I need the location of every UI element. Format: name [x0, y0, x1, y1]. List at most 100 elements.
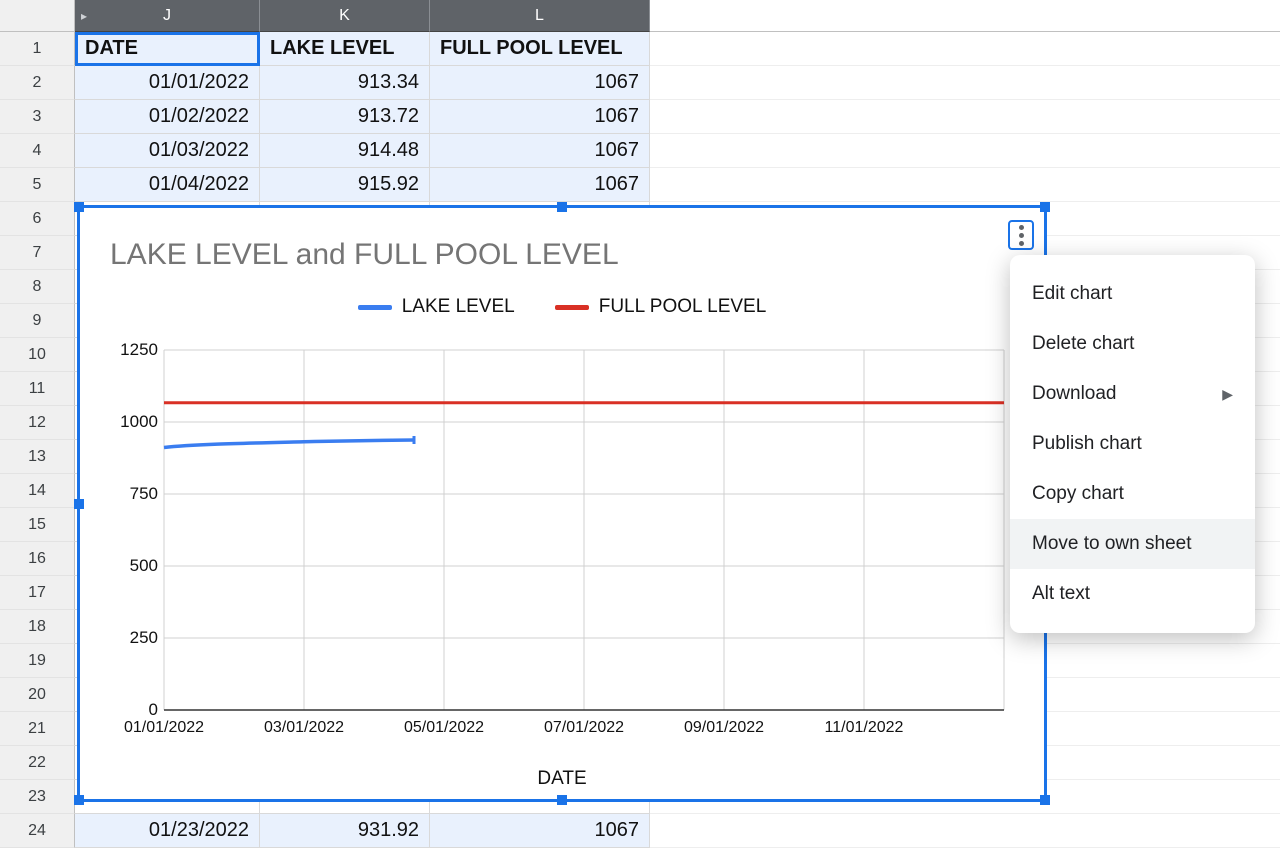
legend-swatch-icon: [358, 305, 392, 310]
row-header[interactable]: 3: [0, 100, 75, 134]
cell-J3[interactable]: 01/02/2022: [75, 100, 260, 134]
cell-J24[interactable]: 01/23/2022: [75, 814, 260, 848]
cell-empty[interactable]: [650, 134, 1280, 168]
cell-empty[interactable]: [650, 814, 1280, 848]
cell-K24[interactable]: 931.92: [260, 814, 430, 848]
resize-handle-br[interactable]: [1040, 795, 1050, 805]
row-header[interactable]: 2: [0, 66, 75, 100]
cell-K4[interactable]: 914.48: [260, 134, 430, 168]
row-header[interactable]: 14: [0, 474, 75, 508]
row: 1DATELAKE LEVELFULL POOL LEVEL: [0, 32, 1280, 66]
row-header[interactable]: 10: [0, 338, 75, 372]
row-header[interactable]: 16: [0, 542, 75, 576]
menu-publish-chart[interactable]: Publish chart: [1010, 419, 1255, 469]
resize-handle-tr[interactable]: [1040, 202, 1050, 212]
column-header-row: J K L: [0, 0, 1280, 32]
column-header-J[interactable]: J: [75, 0, 260, 32]
svg-text:750: 750: [130, 484, 158, 503]
legend-item-lake-level: LAKE LEVEL: [358, 296, 515, 318]
row-header[interactable]: 13: [0, 440, 75, 474]
row-header[interactable]: 22: [0, 746, 75, 780]
cell-empty[interactable]: [650, 66, 1280, 100]
menu-copy-chart[interactable]: Copy chart: [1010, 469, 1255, 519]
svg-text:250: 250: [130, 628, 158, 647]
menu-edit-chart[interactable]: Edit chart: [1010, 269, 1255, 319]
cell-L5[interactable]: 1067: [430, 168, 650, 202]
row-header[interactable]: 8: [0, 270, 75, 304]
menu-label: Download: [1032, 383, 1117, 405]
row-header[interactable]: 4: [0, 134, 75, 168]
cell-L2[interactable]: 1067: [430, 66, 650, 100]
cell-L1[interactable]: FULL POOL LEVEL: [430, 32, 650, 66]
row: 501/04/2022915.921067: [0, 168, 1280, 202]
chart-plot-area: 0 250 500 750 1000 1250 01/01/2022 03/01…: [114, 340, 1014, 740]
row-header[interactable]: 9: [0, 304, 75, 338]
row: 201/01/2022913.341067: [0, 66, 1280, 100]
embedded-chart[interactable]: LAKE LEVEL and FULL POOL LEVEL LAKE LEVE…: [77, 205, 1047, 802]
row: 301/02/2022913.721067: [0, 100, 1280, 134]
svg-text:11/01/2022: 11/01/2022: [825, 719, 904, 736]
legend-swatch-icon: [555, 305, 589, 310]
kebab-dot-icon: [1019, 233, 1024, 238]
row-header[interactable]: 6: [0, 202, 75, 236]
menu-label: Copy chart: [1032, 483, 1124, 505]
row-header[interactable]: 11: [0, 372, 75, 406]
cell-K3[interactable]: 913.72: [260, 100, 430, 134]
chart-x-axis-label: DATE: [80, 740, 1044, 790]
svg-text:05/01/2022: 05/01/2022: [404, 719, 484, 736]
chart-title: LAKE LEVEL and FULL POOL LEVEL: [80, 208, 1044, 278]
cell-J4[interactable]: 01/03/2022: [75, 134, 260, 168]
row-header[interactable]: 20: [0, 678, 75, 712]
menu-move-to-own-sheet[interactable]: Move to own sheet: [1010, 519, 1255, 569]
resize-handle-lm[interactable]: [74, 499, 84, 509]
cell-J5[interactable]: 01/04/2022: [75, 168, 260, 202]
resize-handle-bm[interactable]: [557, 795, 567, 805]
row-header[interactable]: 1: [0, 32, 75, 66]
chart-options-button[interactable]: [1008, 220, 1034, 250]
cell-empty[interactable]: [650, 100, 1280, 134]
row: 401/03/2022914.481067: [0, 134, 1280, 168]
row-header[interactable]: 7: [0, 236, 75, 270]
column-header-L[interactable]: L: [430, 0, 650, 32]
row-header[interactable]: 23: [0, 780, 75, 814]
svg-text:09/01/2022: 09/01/2022: [684, 719, 764, 736]
menu-label: Publish chart: [1032, 433, 1142, 455]
resize-handle-bl[interactable]: [74, 795, 84, 805]
cell-J1[interactable]: DATE: [75, 32, 260, 66]
menu-label: Move to own sheet: [1032, 533, 1191, 555]
column-header-K[interactable]: K: [260, 0, 430, 32]
menu-label: Alt text: [1032, 583, 1090, 605]
cell-empty[interactable]: [650, 168, 1280, 202]
resize-handle-tm[interactable]: [557, 202, 567, 212]
row-header[interactable]: 17: [0, 576, 75, 610]
menu-download[interactable]: Download ▶: [1010, 369, 1255, 419]
menu-label: Delete chart: [1032, 333, 1134, 355]
svg-text:500: 500: [130, 556, 158, 575]
cell-J2[interactable]: 01/01/2022: [75, 66, 260, 100]
chart-svg: 0 250 500 750 1000 1250 01/01/2022 03/01…: [114, 340, 1014, 740]
row-header[interactable]: 5: [0, 168, 75, 202]
select-all-corner[interactable]: [0, 0, 75, 32]
submenu-arrow-icon: ▶: [1222, 386, 1233, 403]
cell-K2[interactable]: 913.34: [260, 66, 430, 100]
menu-alt-text[interactable]: Alt text: [1010, 569, 1255, 619]
cell-empty[interactable]: [650, 32, 1280, 66]
row-header[interactable]: 21: [0, 712, 75, 746]
resize-handle-tl[interactable]: [74, 202, 84, 212]
row-header[interactable]: 19: [0, 644, 75, 678]
cell-L4[interactable]: 1067: [430, 134, 650, 168]
menu-delete-chart[interactable]: Delete chart: [1010, 319, 1255, 369]
kebab-dot-icon: [1019, 241, 1024, 246]
cell-K5[interactable]: 915.92: [260, 168, 430, 202]
cell-K1[interactable]: LAKE LEVEL: [260, 32, 430, 66]
row-header[interactable]: 15: [0, 508, 75, 542]
row-header[interactable]: 18: [0, 610, 75, 644]
cell-L3[interactable]: 1067: [430, 100, 650, 134]
cell-L24[interactable]: 1067: [430, 814, 650, 848]
menu-label: Edit chart: [1032, 283, 1112, 305]
row: 2401/23/2022931.921067: [0, 814, 1280, 848]
row-header[interactable]: 24: [0, 814, 75, 848]
row-header[interactable]: 12: [0, 406, 75, 440]
legend-label: LAKE LEVEL: [402, 296, 515, 318]
kebab-dot-icon: [1019, 225, 1024, 230]
